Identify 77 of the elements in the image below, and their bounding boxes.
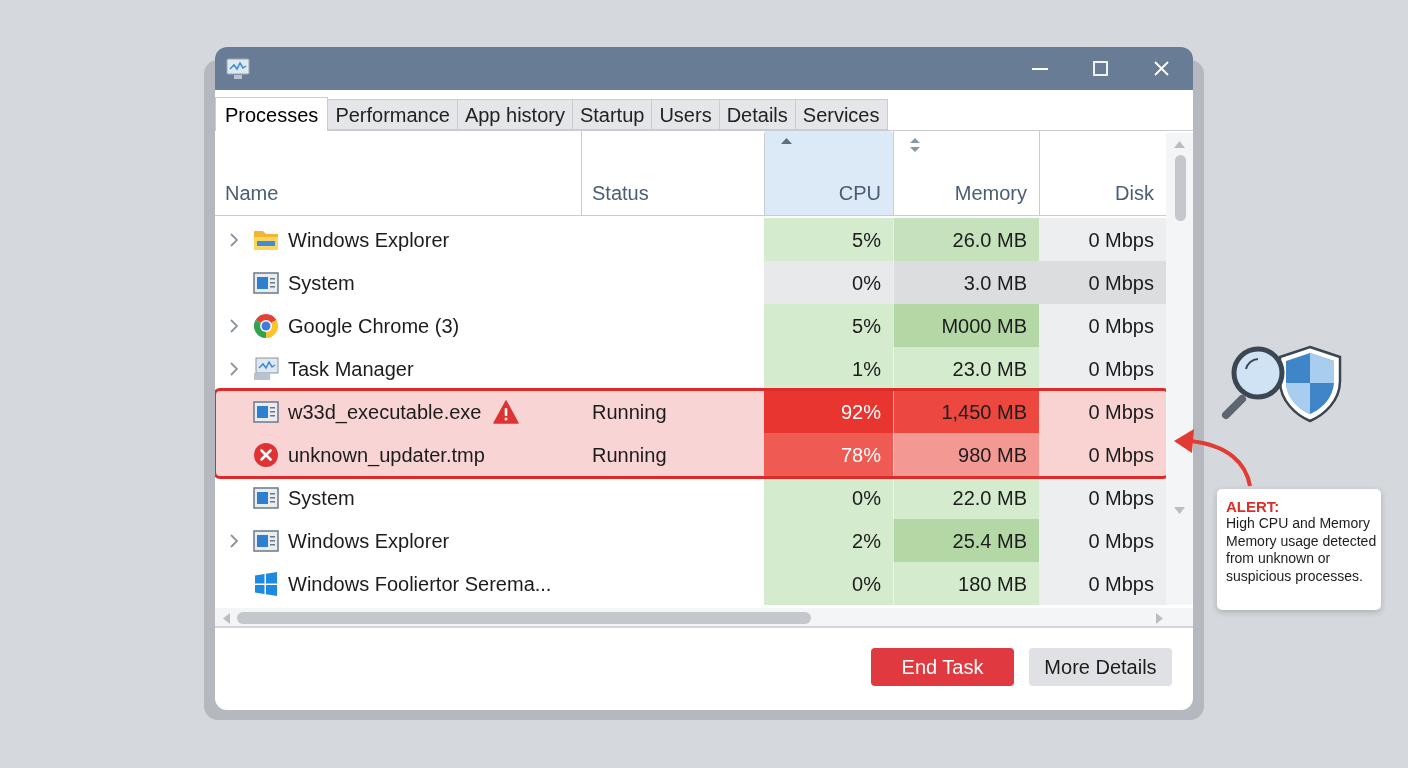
tab[interactable]: Performance: [328, 99, 458, 130]
alert-message: High CPU and Memory Memory usage detected from unknown or suspicious processes.: [1226, 515, 1378, 585]
process-name: System: [288, 270, 355, 296]
column-header[interactable]: Name: [215, 131, 581, 215]
disk-cell: 0 Mbps: [1039, 390, 1166, 433]
monitor-chart-icon: [226, 57, 250, 80]
chevron-icon[interactable]: [230, 361, 238, 376]
scrollbar-thumb[interactable]: [1175, 155, 1186, 221]
memory-cell: M000 MB: [893, 304, 1039, 347]
memory-cell: 22.0 MB: [893, 476, 1039, 519]
memory-cell: 1,450 MB: [893, 390, 1039, 433]
process-name-cell[interactable]: Google Chrome (3): [215, 304, 581, 347]
cpu-cell: 78%: [764, 433, 893, 476]
process-name-cell[interactable]: w33d_executable.exe: [215, 390, 581, 433]
tab[interactable]: Startup: [572, 99, 653, 130]
cpu-cell: 92%: [764, 390, 893, 433]
disk-cell: 0 Mbps: [1039, 476, 1166, 519]
minimize-icon[interactable]: [1032, 67, 1048, 70]
vertical-scrollbar[interactable]: [1166, 133, 1193, 605]
disk-cell: 0 Mbps: [1039, 519, 1166, 562]
disk-cell: 0 Mbps: [1039, 304, 1166, 347]
scroll-left-icon[interactable]: [223, 613, 230, 624]
disk-cell: 0 Mbps: [1039, 433, 1166, 476]
memory-cell: 25.4 MB: [893, 519, 1039, 562]
process-name: Google Chrome (3): [288, 313, 460, 339]
column-header[interactable]: Memory: [893, 131, 1039, 215]
column-header[interactable]: CPU: [764, 131, 893, 215]
process-name: Windows Explorer: [288, 528, 450, 554]
disk-cell: 0 Mbps: [1039, 261, 1166, 304]
disk-cell: 0 Mbps: [1039, 347, 1166, 390]
process-name: Windows Fooliertor Serema...: [288, 571, 552, 597]
memory-cell: 980 MB: [893, 433, 1039, 476]
tab[interactable]: Processes: [215, 97, 329, 131]
cpu-cell: 5%: [764, 218, 893, 261]
action-button[interactable]: More Details: [1029, 648, 1172, 686]
cpu-cell: 0%: [764, 562, 893, 605]
scrollbar-thumb[interactable]: [237, 612, 811, 624]
horizontal-scrollbar[interactable]: [215, 608, 1193, 628]
disk-cell: 0 Mbps: [1039, 218, 1166, 261]
process-name: Windows Explorer: [288, 227, 450, 253]
tab[interactable]: Details: [719, 99, 796, 130]
process-name-cell[interactable]: System: [215, 261, 581, 304]
process-name-cell[interactable]: Windows Explorer: [215, 519, 581, 562]
close-icon[interactable]: [1154, 61, 1169, 76]
tab[interactable]: App history: [457, 99, 573, 130]
alert-title: ALERT:: [1226, 498, 1281, 515]
memory-cell: 3.0 MB: [893, 261, 1039, 304]
memory-cell: 23.0 MB: [893, 347, 1039, 390]
status-text: Running: [592, 442, 667, 468]
scroll-down-icon[interactable]: [1174, 507, 1185, 514]
cpu-cell: 1%: [764, 347, 893, 390]
process-name: Task Manager: [288, 356, 414, 382]
process-name: w33d_executable.exe: [288, 399, 482, 426]
tab[interactable]: Users: [652, 99, 720, 130]
process-name-cell[interactable]: Windows Explorer: [215, 218, 581, 261]
process-name: System: [288, 485, 355, 511]
process-name-cell[interactable]: unknown_updater.tmp: [215, 433, 581, 476]
status-text: Running: [592, 399, 667, 425]
process-name: unknown_updater.tmp: [288, 442, 485, 469]
chevron-icon[interactable]: [230, 318, 238, 333]
scroll-up-icon[interactable]: [1174, 141, 1185, 148]
process-name-cell[interactable]: Windows Fooliertor Serema...: [215, 562, 581, 605]
memory-cell: 180 MB: [893, 562, 1039, 605]
cpu-cell: 5%: [764, 304, 893, 347]
tab[interactable]: Services: [795, 99, 888, 130]
process-name-cell[interactable]: System: [215, 476, 581, 519]
scroll-right-icon[interactable]: [1156, 613, 1163, 624]
process-name-cell[interactable]: Task Manager: [215, 347, 581, 390]
disk-cell: 0 Mbps: [1039, 562, 1166, 605]
action-button[interactable]: End Task: [871, 648, 1014, 686]
maximize-icon[interactable]: [1093, 61, 1108, 76]
cpu-cell: 0%: [764, 261, 893, 304]
cpu-cell: 0%: [764, 476, 893, 519]
memory-cell: 26.0 MB: [893, 218, 1039, 261]
chevron-icon[interactable]: [230, 232, 238, 247]
chevron-icon[interactable]: [230, 533, 238, 548]
cpu-cell: 2%: [764, 519, 893, 562]
